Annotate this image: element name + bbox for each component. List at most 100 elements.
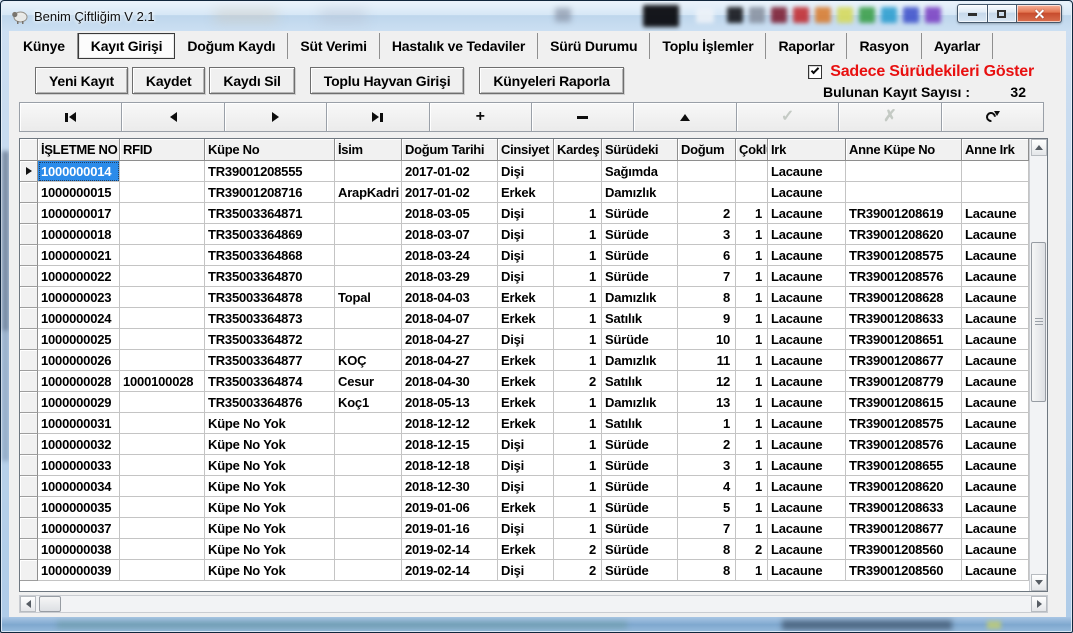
grid-cell-coklu[interactable]: 1 [736,392,768,413]
grid-cell-anne-irk[interactable]: Lacaune [962,308,1029,329]
tab-sut-verimi[interactable]: Süt Verimi [288,33,379,59]
grid-cell-dogum[interactable]: 10 [678,329,736,350]
grid-cell-surudeki[interactable]: Sürüde [602,518,678,539]
grid-cell-dogum-tarihi[interactable]: 2018-03-07 [402,224,498,245]
row-indicator[interactable] [20,161,38,182]
grid-cell-surudeki[interactable]: Sürüde [602,245,678,266]
grid-cell-dogum[interactable]: 8 [678,560,736,581]
grid-cell-kupe-no[interactable]: Küpe No Yok [205,518,335,539]
grid-cell-irk[interactable]: Lacaune [768,455,846,476]
edit-record-button[interactable] [633,102,736,132]
grid-cell-irk[interactable]: Lacaune [768,434,846,455]
grid-cell-anne-irk[interactable]: Lacaune [962,245,1029,266]
grid-cell-dogum-tarihi[interactable]: 2018-03-05 [402,203,498,224]
grid-cell-anne-irk[interactable]: Lacaune [962,329,1029,350]
grid-cell-rfid[interactable] [120,476,205,497]
grid-cell-anne-kupe-no[interactable]: TR39001208576 [846,266,962,287]
grid-cell-isletme-no[interactable]: 1000000038 [38,539,120,560]
next-record-button[interactable] [224,102,327,132]
row-indicator[interactable] [20,329,38,350]
grid-cell-anne-kupe-no[interactable]: TR39001208677 [846,518,962,539]
grid-cell-dogum[interactable]: 13 [678,392,736,413]
grid-cell-anne-kupe-no[interactable]: TR39001208620 [846,476,962,497]
grid-cell-dogum-tarihi[interactable]: 2017-01-02 [402,161,498,182]
grid-cell-kupe-no[interactable]: TR35003364872 [205,329,335,350]
grid-cell-cinsiyet[interactable]: Erkek [498,182,554,203]
grid-cell-dogum-tarihi[interactable]: 2019-02-14 [402,560,498,581]
grid-cell-anne-irk[interactable]: Lacaune [962,392,1029,413]
grid-cell-isletme-no[interactable]: 1000000014 [38,161,120,182]
maximize-button[interactable] [988,4,1017,23]
grid-cell-anne-irk[interactable]: Lacaune [962,497,1029,518]
scroll-down-button[interactable] [1031,574,1047,591]
delete-record-button[interactable] [531,102,634,132]
grid-cell-surudeki[interactable]: Sürüde [602,476,678,497]
grid-cell-rfid[interactable] [120,560,205,581]
grid-cell-surudeki[interactable]: Sürüde [602,224,678,245]
grid-cell-surudeki[interactable]: Sağımda [602,161,678,182]
grid-cell-isletme-no[interactable]: 1000000017 [38,203,120,224]
grid-cell-rfid[interactable] [120,329,205,350]
grid-cell-kardes[interactable]: 1 [554,350,602,371]
grid-cell-rfid[interactable] [120,182,205,203]
row-indicator[interactable] [20,413,38,434]
grid-cell-anne-kupe-no[interactable]: TR39001208628 [846,287,962,308]
grid-cell-isim[interactable] [335,203,402,224]
grid-cell-isim[interactable] [335,245,402,266]
insert-record-button[interactable]: + [429,102,532,132]
grid-cell-irk[interactable]: Lacaune [768,287,846,308]
grid-cell-kardes[interactable]: 2 [554,539,602,560]
grid-cell-surudeki[interactable]: Damızlık [602,392,678,413]
grid-cell-isletme-no[interactable]: 1000000031 [38,413,120,434]
grid-cell-dogum-tarihi[interactable]: 2018-03-24 [402,245,498,266]
grid-cell-isletme-no[interactable]: 1000000021 [38,245,120,266]
grid-cell-cinsiyet[interactable]: Erkek [498,287,554,308]
grid-cell-surudeki[interactable]: Sürüde [602,455,678,476]
grid-cell-kupe-no[interactable]: TR35003364870 [205,266,335,287]
grid-cell-isim[interactable] [335,266,402,287]
grid-cell-kupe-no[interactable]: TR35003364877 [205,350,335,371]
grid-cell-isim[interactable]: Topal [335,287,402,308]
grid-cell-irk[interactable]: Lacaune [768,413,846,434]
show-only-herd-checkbox[interactable] [808,65,822,79]
grid-cell-isim[interactable]: Cesur [335,371,402,392]
grid-cell-anne-kupe-no[interactable]: TR39001208619 [846,203,962,224]
grid-cell-dogum[interactable]: 4 [678,476,736,497]
grid-cell-isim[interactable]: KOÇ [335,350,402,371]
grid-cell-surudeki[interactable]: Satılık [602,371,678,392]
grid-cell-kupe-no[interactable]: Küpe No Yok [205,455,335,476]
grid-cell-kardes[interactable]: 1 [554,497,602,518]
grid-cell-anne-irk[interactable] [962,161,1029,182]
scroll-left-button[interactable] [20,596,36,612]
row-indicator[interactable] [20,371,38,392]
grid-cell-dogum[interactable]: 2 [678,203,736,224]
row-indicator[interactable] [20,392,38,413]
grid-cell-anne-kupe-no[interactable]: TR39001208576 [846,434,962,455]
row-indicator[interactable] [20,203,38,224]
grid-cell-anne-irk[interactable]: Lacaune [962,434,1029,455]
grid-cell-kardes[interactable]: 1 [554,434,602,455]
grid-cell-irk[interactable]: Lacaune [768,266,846,287]
grid-cell-coklu[interactable]: 1 [736,413,768,434]
grid-cell-rfid[interactable] [120,245,205,266]
grid-cell-kardes[interactable]: 1 [554,266,602,287]
tab-hastalik-ve-tedaviler[interactable]: Hastalık ve Tedaviler [380,33,538,59]
grid-cell-anne-irk[interactable]: Lacaune [962,539,1029,560]
grid-cell-kupe-no[interactable]: TR35003364868 [205,245,335,266]
grid-cell-rfid[interactable] [120,350,205,371]
tab-suru-durumu[interactable]: Sürü Durumu [538,33,650,59]
horizontal-scroll-thumb[interactable] [39,596,61,612]
grid-cell-rfid[interactable] [120,203,205,224]
grid-cell-anne-irk[interactable]: Lacaune [962,350,1029,371]
grid-cell-irk[interactable]: Lacaune [768,329,846,350]
grid-cell-coklu[interactable]: 2 [736,539,768,560]
grid-cell-kupe-no[interactable]: Küpe No Yok [205,497,335,518]
first-record-button[interactable] [19,102,122,132]
vertical-scroll-thumb[interactable] [1031,242,1046,402]
grid-cell-isim[interactable] [335,308,402,329]
grid-cell-dogum[interactable] [678,161,736,182]
grid-cell-coklu[interactable]: 1 [736,476,768,497]
grid-cell-kupe-no[interactable]: TR39001208555 [205,161,335,182]
grid-cell-dogum[interactable]: 7 [678,266,736,287]
grid-cell-kupe-no[interactable]: Küpe No Yok [205,539,335,560]
